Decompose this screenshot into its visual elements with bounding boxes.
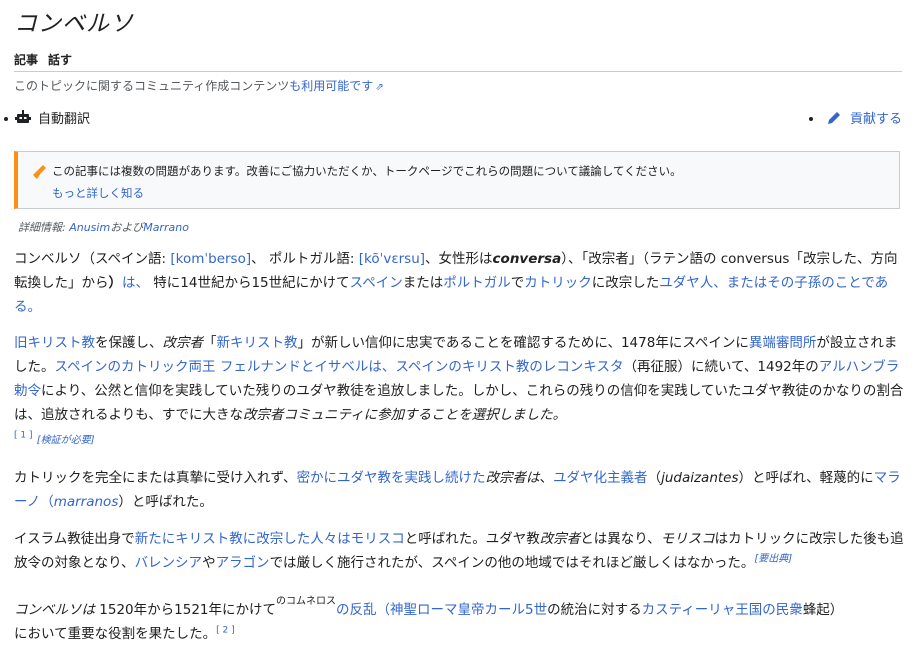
pencil-icon: [827, 111, 840, 124]
text-italic: モリスコ: [660, 531, 715, 547]
link-inquisition[interactable]: 異端審問所: [749, 335, 817, 351]
text: 」が新しい信仰に忠実であることを確認するために、1478年にスペインに: [297, 335, 749, 351]
link-wa[interactable]: は、: [122, 275, 149, 291]
list-bullet: [809, 117, 813, 121]
notice-message: この記事には複数の問題があります。改善にご協力いただくか、トークページでこれらの…: [52, 164, 682, 178]
list-bullet: [4, 117, 8, 121]
link-catholic[interactable]: カトリック: [524, 275, 592, 291]
tab-divider: [14, 71, 902, 72]
link-anusim[interactable]: Anusim: [69, 221, 110, 234]
text: を保護し、: [95, 335, 163, 351]
text: 特に14世紀から15世紀にかけて: [149, 275, 350, 291]
auto-translate-label: 自動翻訳: [38, 112, 91, 127]
link-new-christian[interactable]: 新キリスト教: [217, 335, 298, 351]
text: ）と呼ばれ、軽蔑的に: [738, 470, 874, 486]
link-marranos[interactable]: marranos: [54, 494, 119, 510]
paragraph-1: コンベルソ（スペイン語: [komˈberso]、 ポルトガル語: [kõˈvɛ…: [14, 247, 904, 319]
tab-talk[interactable]: 話す: [48, 53, 72, 67]
text: 、: [539, 470, 554, 486]
text: 蜂起）: [802, 602, 844, 618]
text: で: [510, 275, 525, 291]
text: において重要な役割を果たした。: [14, 626, 217, 642]
robot-icon: [15, 109, 31, 123]
link-portugal[interactable]: ポルトガル: [443, 275, 511, 291]
topic-note-link[interactable]: も利用可能です: [289, 79, 373, 93]
text: とは異なり、: [580, 531, 661, 547]
text: コンベルソ（スペイン語:: [14, 251, 171, 267]
text: に改宗した: [591, 275, 660, 291]
paragraph-2: 旧キリスト教を保護し、改宗者「新キリスト教」が新しい信仰に忠実であることを確認す…: [14, 331, 904, 453]
link-catholic-monarchs[interactable]: スペインのカトリック両王 フェルナンドとイサベルは、スペインのキリスト教のレコン…: [55, 359, 624, 375]
text: または: [402, 275, 444, 291]
auto-translate[interactable]: 自動翻訳: [14, 108, 90, 127]
text-italic: 改宗者は: [485, 470, 540, 486]
text: ）と呼ばれた。: [118, 494, 213, 510]
hatnote-text: および: [110, 221, 144, 234]
text: 、女性形は: [425, 251, 493, 267]
tab-article[interactable]: 記事: [14, 53, 38, 67]
link-crypto-judaism[interactable]: 密かにユダヤ教を実践し続けた: [297, 470, 486, 486]
citation-2[interactable]: [ 2 ]: [216, 626, 234, 636]
learn-more-link[interactable]: もっと詳しく知る: [52, 185, 144, 201]
text: と呼ばれた。ユダヤ教: [404, 531, 540, 547]
citation-needed[interactable]: [要出典]: [754, 554, 792, 565]
link-marrano[interactable]: Marrano: [143, 221, 189, 234]
paragraph-3: カトリックを完全にまたは真摯に受け入れず、密かにユダヤ教を実践し続けた改宗者は、…: [14, 466, 904, 514]
topic-note: このトピックに関するコミュニティ作成コンテンツも利用可能です ⇗: [14, 77, 384, 94]
topic-note-text: このトピックに関するコミュニティ作成コンテンツ: [14, 79, 290, 93]
text: では厳しく施行されたが、スペインの他の地域ではそれほど厳しくはなかった。: [269, 555, 755, 571]
issues-notice: この記事には複数の問題があります。改善にご協力いただくか、トークページでこれらの…: [14, 151, 900, 209]
contribute-button[interactable]: 貢献する: [826, 108, 902, 127]
feminine-form: conversa: [492, 251, 562, 267]
text: 、 ポルトガル語:: [251, 251, 359, 267]
link-valencia[interactable]: バレンシア: [135, 555, 203, 571]
text: や: [202, 555, 216, 571]
text-italic: コンベルソは: [14, 602, 95, 618]
link-aragon[interactable]: アラゴン: [216, 555, 270, 571]
ruby-text: のコムネロス: [276, 596, 337, 607]
text: ）: [108, 275, 123, 291]
text: 1520年から1521年にかけて: [95, 602, 277, 618]
ipa-spanish-link[interactable]: [komˈberso]: [170, 251, 251, 267]
text: （: [647, 470, 662, 486]
text: の統治に対する: [547, 602, 642, 618]
text: （再征服）に続いて、1492年の: [623, 359, 819, 375]
text: 「: [203, 335, 217, 351]
link-comuneros-revolt[interactable]: の反乱（神聖ローマ皇帝カール5世: [336, 602, 547, 618]
text-italic: 改宗者: [162, 335, 204, 351]
text: カトリックを完全にまたは真摯に受け入れず、: [14, 470, 297, 486]
text: イスラム教徒出身で: [14, 531, 135, 547]
hatnote: 詳細情報: AnusimおよびMarrano: [18, 219, 189, 235]
ipa-portuguese-link[interactable]: [kõˈvɛrsu]: [359, 251, 425, 267]
link-spain[interactable]: スペイン: [350, 275, 403, 291]
link-jews[interactable]: ユダヤ人、またはその子孫のこ: [659, 275, 848, 291]
link-judaizer[interactable]: ユダヤ化主義者: [553, 470, 648, 486]
text-italic: judaizantes: [661, 470, 739, 486]
link-moriscos[interactable]: 新たにキリスト教に改宗した人々はモリスコ: [135, 531, 405, 547]
text-italic: 改宗者コミュニティに参加することを選択しました。: [242, 407, 567, 423]
page-tabs: 記事 話す: [14, 51, 82, 68]
external-link-icon: ⇗: [375, 82, 384, 93]
text-italic: 改宗者: [539, 531, 581, 547]
paragraph-5: コンベルソは 1520年から1521年にかけてのコムネロスの反乱（神聖ローマ皇帝…: [14, 596, 904, 646]
hatnote-label: 詳細情報:: [18, 221, 66, 234]
verification-needed[interactable]: [検証が必要]: [37, 435, 95, 446]
paragraph-4: イスラム教徒出身で新たにキリスト教に改宗した人々はモリスコと呼ばれた。ユダヤ教改…: [14, 527, 904, 575]
page-title: コンベルソ: [14, 11, 134, 37]
contribute-label: 貢献する: [849, 112, 902, 127]
link-castile[interactable]: カスティーリャ王国の民衆: [642, 602, 803, 618]
broom-icon: [33, 165, 46, 179]
link-old-christian[interactable]: 旧キリスト教: [14, 335, 95, 351]
citation-1[interactable]: [ 1 ]: [14, 431, 32, 441]
